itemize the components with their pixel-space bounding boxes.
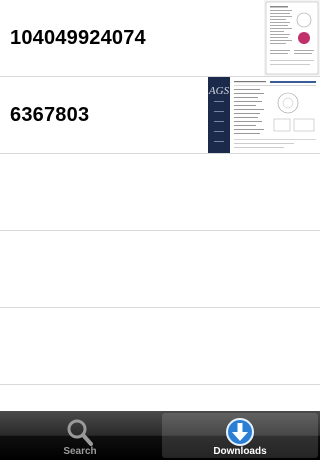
download-arrow-icon (225, 417, 255, 447)
certificate-thumbnail (264, 0, 320, 76)
report-number: 104049924074 (10, 27, 146, 49)
tab-downloads[interactable]: Downloads (162, 413, 318, 458)
list-item[interactable]: 6367803 AGS (0, 77, 320, 154)
certificate-thumbnail: AGS (208, 77, 320, 153)
tab-search-label: Search (63, 446, 97, 457)
tab-search[interactable]: Search (2, 413, 158, 458)
list-item-empty (0, 154, 320, 231)
report-number: 6367803 (10, 104, 90, 126)
list-item-empty (0, 231, 320, 308)
downloads-list: 104049924074 6367803 AGS (0, 0, 320, 411)
list-item-empty (0, 308, 320, 385)
ags-logo: AGS (208, 85, 230, 97)
tab-bar: Search Downloads (0, 411, 320, 460)
search-icon (65, 417, 95, 447)
list-item[interactable]: 104049924074 (0, 0, 320, 77)
tab-downloads-label: Downloads (213, 446, 267, 457)
